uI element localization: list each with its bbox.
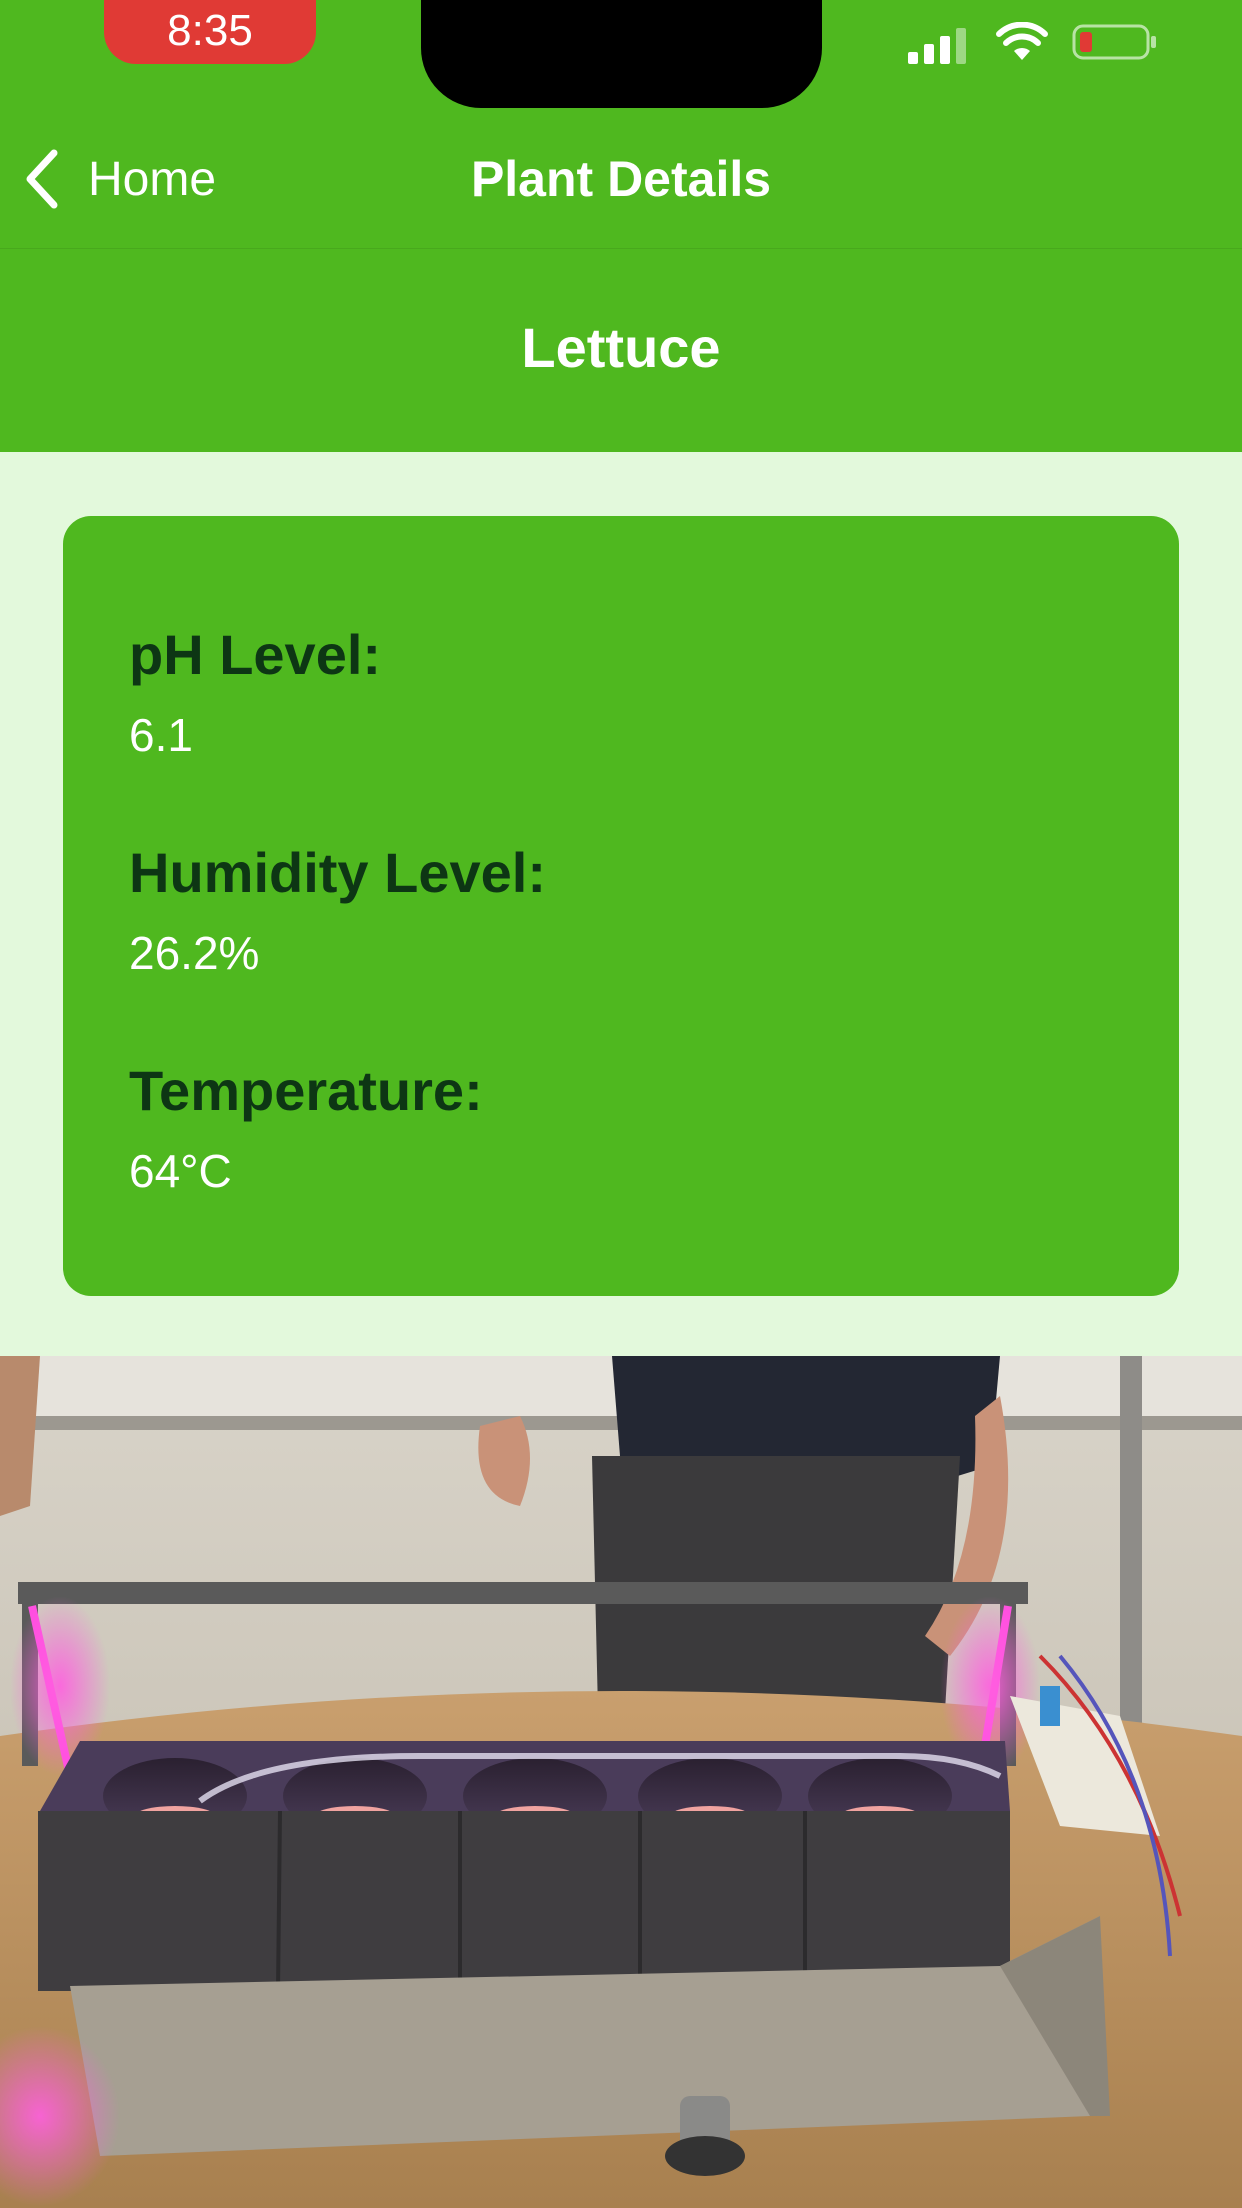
temperature-value: 64°C xyxy=(129,1145,232,1197)
wifi-icon xyxy=(996,22,1048,60)
metrics-card: pH Level: 6.1 Humidity Level: 26.2% Temp… xyxy=(63,516,1179,1296)
page-title: Plant Details xyxy=(470,151,772,207)
battery-low-icon xyxy=(1072,24,1156,60)
navigation-bar: Home Plant Details xyxy=(0,110,1242,249)
plant-header: Lettuce xyxy=(0,249,1242,452)
ph-label: pH Level: xyxy=(129,623,382,686)
humidity-value: 26.2% xyxy=(129,927,260,979)
humidity-label: Humidity Level: xyxy=(129,841,546,904)
temperature-label: Temperature: xyxy=(129,1059,483,1122)
status-bar: 8:35 xyxy=(0,0,1242,110)
ph-value: 6.1 xyxy=(129,709,193,761)
dynamic-island xyxy=(421,0,822,108)
plant-photo xyxy=(0,1356,1242,2208)
signal-icon xyxy=(908,28,966,64)
status-time: 8:35 xyxy=(104,0,316,64)
plant-name: Lettuce xyxy=(521,316,721,379)
